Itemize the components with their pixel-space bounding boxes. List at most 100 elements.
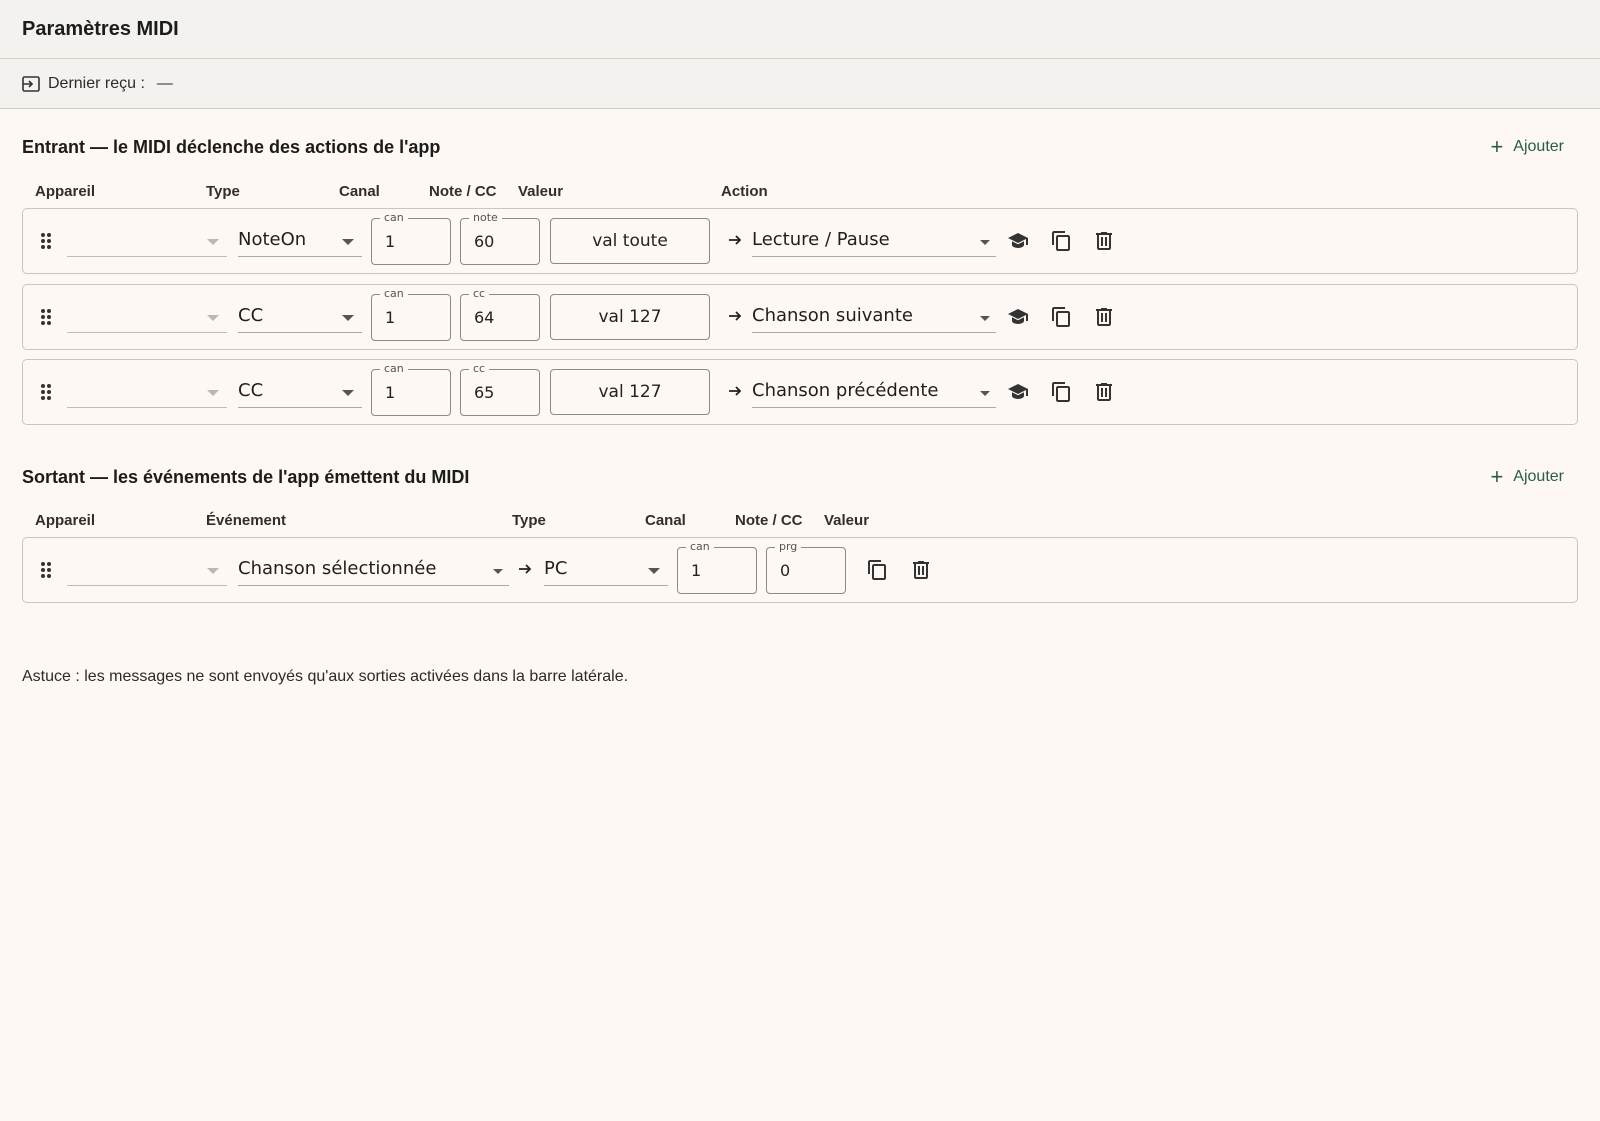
chevron-down-icon <box>493 569 503 574</box>
channel-field[interactable]: can 1 <box>371 211 451 265</box>
device-select[interactable] <box>67 378 227 408</box>
add-outgoing-label: Ajouter <box>1513 468 1564 485</box>
plus-icon: + <box>1490 134 1504 159</box>
col-note-cc: Note / CC <box>429 183 497 200</box>
type-value: CC <box>238 305 264 326</box>
action-value: Chanson suivante <box>752 305 913 326</box>
channel-field-label: can <box>380 211 408 225</box>
type-value: PC <box>544 558 568 579</box>
outgoing-column-headers: Appareil Événement Type Canal Note / CC … <box>0 512 1600 532</box>
channel-field-label: can <box>380 287 408 301</box>
drag-handle-icon[interactable] <box>39 231 53 251</box>
input-icon <box>22 75 40 92</box>
device-select[interactable] <box>67 556 227 586</box>
learn-icon[interactable] <box>1006 229 1030 253</box>
type-select[interactable]: PC <box>544 556 668 586</box>
drag-handle-icon[interactable] <box>39 307 53 327</box>
note-field[interactable]: note 60 <box>460 211 540 265</box>
col-type: Type <box>512 512 546 529</box>
arrow-right-icon <box>729 311 742 321</box>
note-value: 60 <box>474 232 495 251</box>
action-value: Lecture / Pause <box>752 229 890 250</box>
program-field[interactable]: prg 0 <box>766 540 846 594</box>
note-field-label: note <box>469 211 502 225</box>
chevron-down-icon <box>207 390 219 396</box>
chevron-down-icon <box>207 315 219 321</box>
arrow-right-icon <box>729 386 742 396</box>
event-select[interactable]: Chanson sélectionnée <box>238 556 509 586</box>
type-select[interactable]: CC <box>238 303 362 333</box>
program-field-label: prg <box>775 540 802 554</box>
incoming-row: NoteOn can 1 note 60 val toute Lecture / P… <box>22 208 1578 274</box>
col-channel: Canal <box>339 183 380 200</box>
duplicate-icon[interactable] <box>1049 229 1073 253</box>
col-channel: Canal <box>645 512 686 529</box>
chevron-down-icon <box>342 239 354 245</box>
incoming-section-header: Entrant — le MIDI déclenche des actions … <box>22 136 1578 158</box>
action-value: Chanson précédente <box>752 380 939 401</box>
add-outgoing-button[interactable]: + Ajouter <box>1490 466 1578 488</box>
col-event: Événement <box>206 512 287 529</box>
cc-value: 65 <box>474 383 495 402</box>
col-type: Type <box>206 183 240 200</box>
drag-handle-icon[interactable] <box>39 382 53 402</box>
duplicate-icon[interactable] <box>1049 380 1073 404</box>
col-device: Appareil <box>35 512 96 529</box>
duplicate-icon[interactable] <box>865 558 889 582</box>
chevron-down-icon <box>980 240 990 245</box>
channel-value: 1 <box>691 561 702 580</box>
value-filter-button[interactable]: val toute <box>550 218 710 264</box>
status-bar: Dernier reçu : — <box>0 59 1600 109</box>
type-select[interactable]: NoteOn <box>238 227 362 257</box>
device-select[interactable] <box>67 227 227 257</box>
title-bar: Paramètres MIDI <box>0 0 1600 59</box>
cc-value: 64 <box>474 308 495 327</box>
value-filter-button[interactable]: val 127 <box>550 294 710 340</box>
delete-icon[interactable] <box>1092 305 1116 329</box>
device-select[interactable] <box>67 303 227 333</box>
action-select[interactable]: Lecture / Pause <box>752 227 996 257</box>
type-value: NoteOn <box>238 229 307 250</box>
page-title: Paramètres MIDI <box>22 17 179 40</box>
chevron-down-icon <box>648 568 660 574</box>
type-value: CC <box>238 380 264 401</box>
arrow-right-icon <box>729 235 742 245</box>
outgoing-section-header: Sortant — les événements de l'app émette… <box>22 466 1578 488</box>
learn-icon[interactable] <box>1006 380 1030 404</box>
chevron-down-icon <box>980 391 990 396</box>
cc-field[interactable]: cc 65 <box>460 362 540 416</box>
channel-field[interactable]: can 1 <box>371 362 451 416</box>
chevron-down-icon <box>342 315 354 321</box>
channel-field-label: can <box>686 540 714 554</box>
learn-icon[interactable] <box>1006 305 1030 329</box>
program-value: 0 <box>780 561 791 580</box>
channel-value: 1 <box>385 308 396 327</box>
type-select[interactable]: CC <box>238 378 362 408</box>
delete-icon[interactable] <box>1092 229 1116 253</box>
cc-field-label: cc <box>469 362 490 376</box>
add-incoming-label: Ajouter <box>1513 138 1564 155</box>
delete-icon[interactable] <box>909 558 933 582</box>
cc-field-label: cc <box>469 287 490 301</box>
cc-field[interactable]: cc 64 <box>460 287 540 341</box>
action-select[interactable]: Chanson suivante <box>752 303 996 333</box>
chevron-down-icon <box>342 390 354 396</box>
duplicate-icon[interactable] <box>1049 305 1073 329</box>
last-received-label: Dernier reçu : <box>48 74 145 92</box>
col-action: Action <box>721 183 768 200</box>
drag-handle-icon[interactable] <box>39 560 53 580</box>
last-received-value: — <box>156 74 173 92</box>
outgoing-row: Chanson sélectionnée PC can 1 prg 0 <box>22 537 1578 603</box>
chevron-down-icon <box>207 239 219 245</box>
col-value: Valeur <box>824 512 870 529</box>
incoming-row: CC can 1 cc 64 val 127 Chanson suivante <box>22 284 1578 350</box>
chevron-down-icon <box>207 568 219 574</box>
channel-field-label: can <box>380 362 408 376</box>
action-select[interactable]: Chanson précédente <box>752 378 996 408</box>
channel-field[interactable]: can 1 <box>371 287 451 341</box>
channel-field[interactable]: can 1 <box>677 540 757 594</box>
incoming-column-headers: Appareil Type Canal Note / CC Valeur Act… <box>0 183 1600 203</box>
add-incoming-button[interactable]: + Ajouter <box>1490 136 1578 158</box>
delete-icon[interactable] <box>1092 380 1116 404</box>
value-filter-button[interactable]: val 127 <box>550 369 710 415</box>
